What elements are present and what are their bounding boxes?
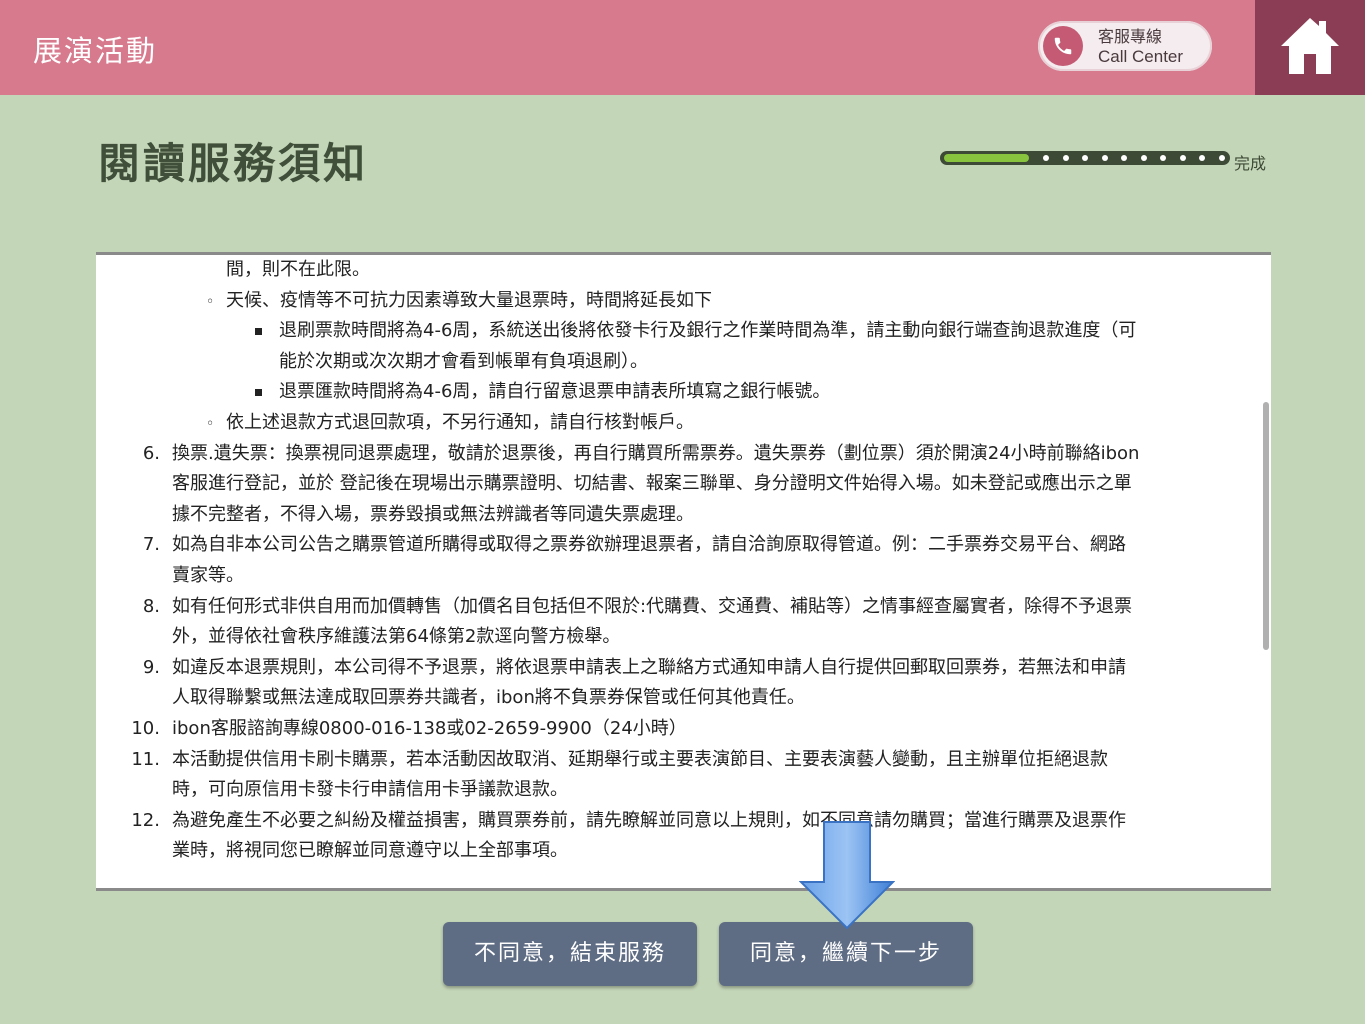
notice-line: 本活動提供信用卡刷卡購票，若本活動因故取消、延期舉行或主要表演節目、主要表演藝人… <box>172 748 1108 770</box>
notice-line: 退刷票款時間將為4-6周，系統送出後將依發卡行及銀行之作業時間為準，請主動向銀行… <box>279 320 1137 342</box>
progress-step-dot <box>1101 155 1108 161</box>
notice-line: 客服進行登記，並於 登記後在現場出示購票證明、切結書、報案三聯單、身分證明文件始… <box>172 473 1132 495</box>
progress-step-dot <box>1082 155 1088 161</box>
notice-panel[interactable]: 間，則不在此限。 ◦ 天候、疫情等不可抗力因素導致大量退票時，時間將延長如下退刷票款… <box>96 252 1271 891</box>
list-item-number: 6. <box>142 442 160 464</box>
call-center-label-en: Call Center <box>1098 47 1184 66</box>
notice-line: 如違反本退票規則，本公司得不予退票，將依退票申請表上之聯絡方式通知申請人自行提供… <box>172 656 1126 678</box>
bullet-icon: ◦ <box>206 416 215 432</box>
progress-fill <box>944 154 1029 162</box>
disagree-button[interactable]: 不同意，結束服務 <box>443 922 697 986</box>
progress-label: 完成 <box>1234 154 1267 173</box>
progress-step-dot <box>1140 155 1147 161</box>
call-center-label-zh: 客服專線 <box>1098 27 1163 46</box>
home-icon <box>1281 18 1339 74</box>
top-bar: 展演活動 客服專線 Call Center <box>0 0 1365 95</box>
notice-line: 退票匯款時間將為4-6周，請自行留意退票申請表所填寫之銀行帳號。 <box>279 381 831 403</box>
list-item-number: 9. <box>142 656 160 678</box>
notice-scrollbar[interactable] <box>1263 402 1269 650</box>
home-button[interactable] <box>1255 0 1365 95</box>
progress-step-dot <box>1121 155 1127 161</box>
notice-line: 依上述退款方式退回款項，不另行通知，請自行核對帳戶。 <box>226 412 694 433</box>
arrow-down-icon <box>799 821 895 930</box>
progress-step-dot <box>1179 155 1186 161</box>
progress-step-dot <box>1218 155 1225 161</box>
phone-icon <box>1043 26 1083 66</box>
bullet-icon <box>255 389 262 397</box>
notice-line: 如為自非本公司公告之購票管道所購得或取得之票券欲辦理退票者，請自洽詢原取得管道。… <box>172 534 1126 556</box>
progress-step-dot <box>1160 155 1166 161</box>
progress-step-dot <box>1199 155 1205 161</box>
progress-step-dot <box>1043 155 1049 161</box>
notice-line: 換票.遺失票：換票視同退票處理，敬請於退票後，再自行購買所需票券。遺失票券（劃位… <box>172 442 1140 464</box>
bullet-icon <box>255 328 262 336</box>
bullet-icon: ◦ <box>206 293 215 310</box>
notice-line: 時，可向原信用卡發卡行申請信用卡爭議款退款。 <box>172 779 568 801</box>
notice-line: 賣家等。 <box>172 565 244 586</box>
notice-line: 業時，將視同您已瞭解並同意遵守以上全部事項。 <box>172 840 568 862</box>
notice-line: ibon客服諮詢專線0800-016-138或02-2659-9900（24小時… <box>172 718 687 739</box>
notice-line: 為避免產生不必要之糾紛及權益損害，購買票券前，請先瞭解並同意以上規則，如不同意請… <box>172 809 1126 831</box>
progress-step-dot <box>1062 155 1069 161</box>
notice-line: 據不完整者，不得入場，票券毀損或無法辨識者等同遺失票處理。 <box>172 503 694 525</box>
list-item-number: 10. <box>131 718 160 739</box>
list-item-number: 7. <box>142 534 160 556</box>
notice-line: 外，並得依社會秩序維護法第64條第2款逕向警方檢舉。 <box>172 626 621 648</box>
notice-line: 間，則不在此限。 <box>226 259 370 280</box>
list-item-number: 12. <box>131 809 160 831</box>
page-title: 閱讀服務須知 <box>98 139 369 188</box>
call-center-button[interactable]: 客服專線 Call Center <box>1038 21 1212 71</box>
notice-line: 人取得聯繫或無法達成取回票券共識者，ibon將不負票券保管或任何其他責任。 <box>172 687 805 709</box>
app-title: 展演活動 <box>33 34 158 68</box>
notice-line: 如有任何形式非供自用而加價轉售（加價名目包括但不限於:代購費、交通費、補貼等）之… <box>172 595 1133 617</box>
notice-line: 能於次期或次次期才會看到帳單有負項退刷）。 <box>279 350 648 372</box>
notice-line: 天候、疫情等不可抗力因素導致大量退票時，時間將延長如下 <box>226 289 712 311</box>
progress-bar <box>940 151 1230 165</box>
list-item-number: 8. <box>142 595 160 617</box>
list-item-number: 11. <box>131 748 160 770</box>
